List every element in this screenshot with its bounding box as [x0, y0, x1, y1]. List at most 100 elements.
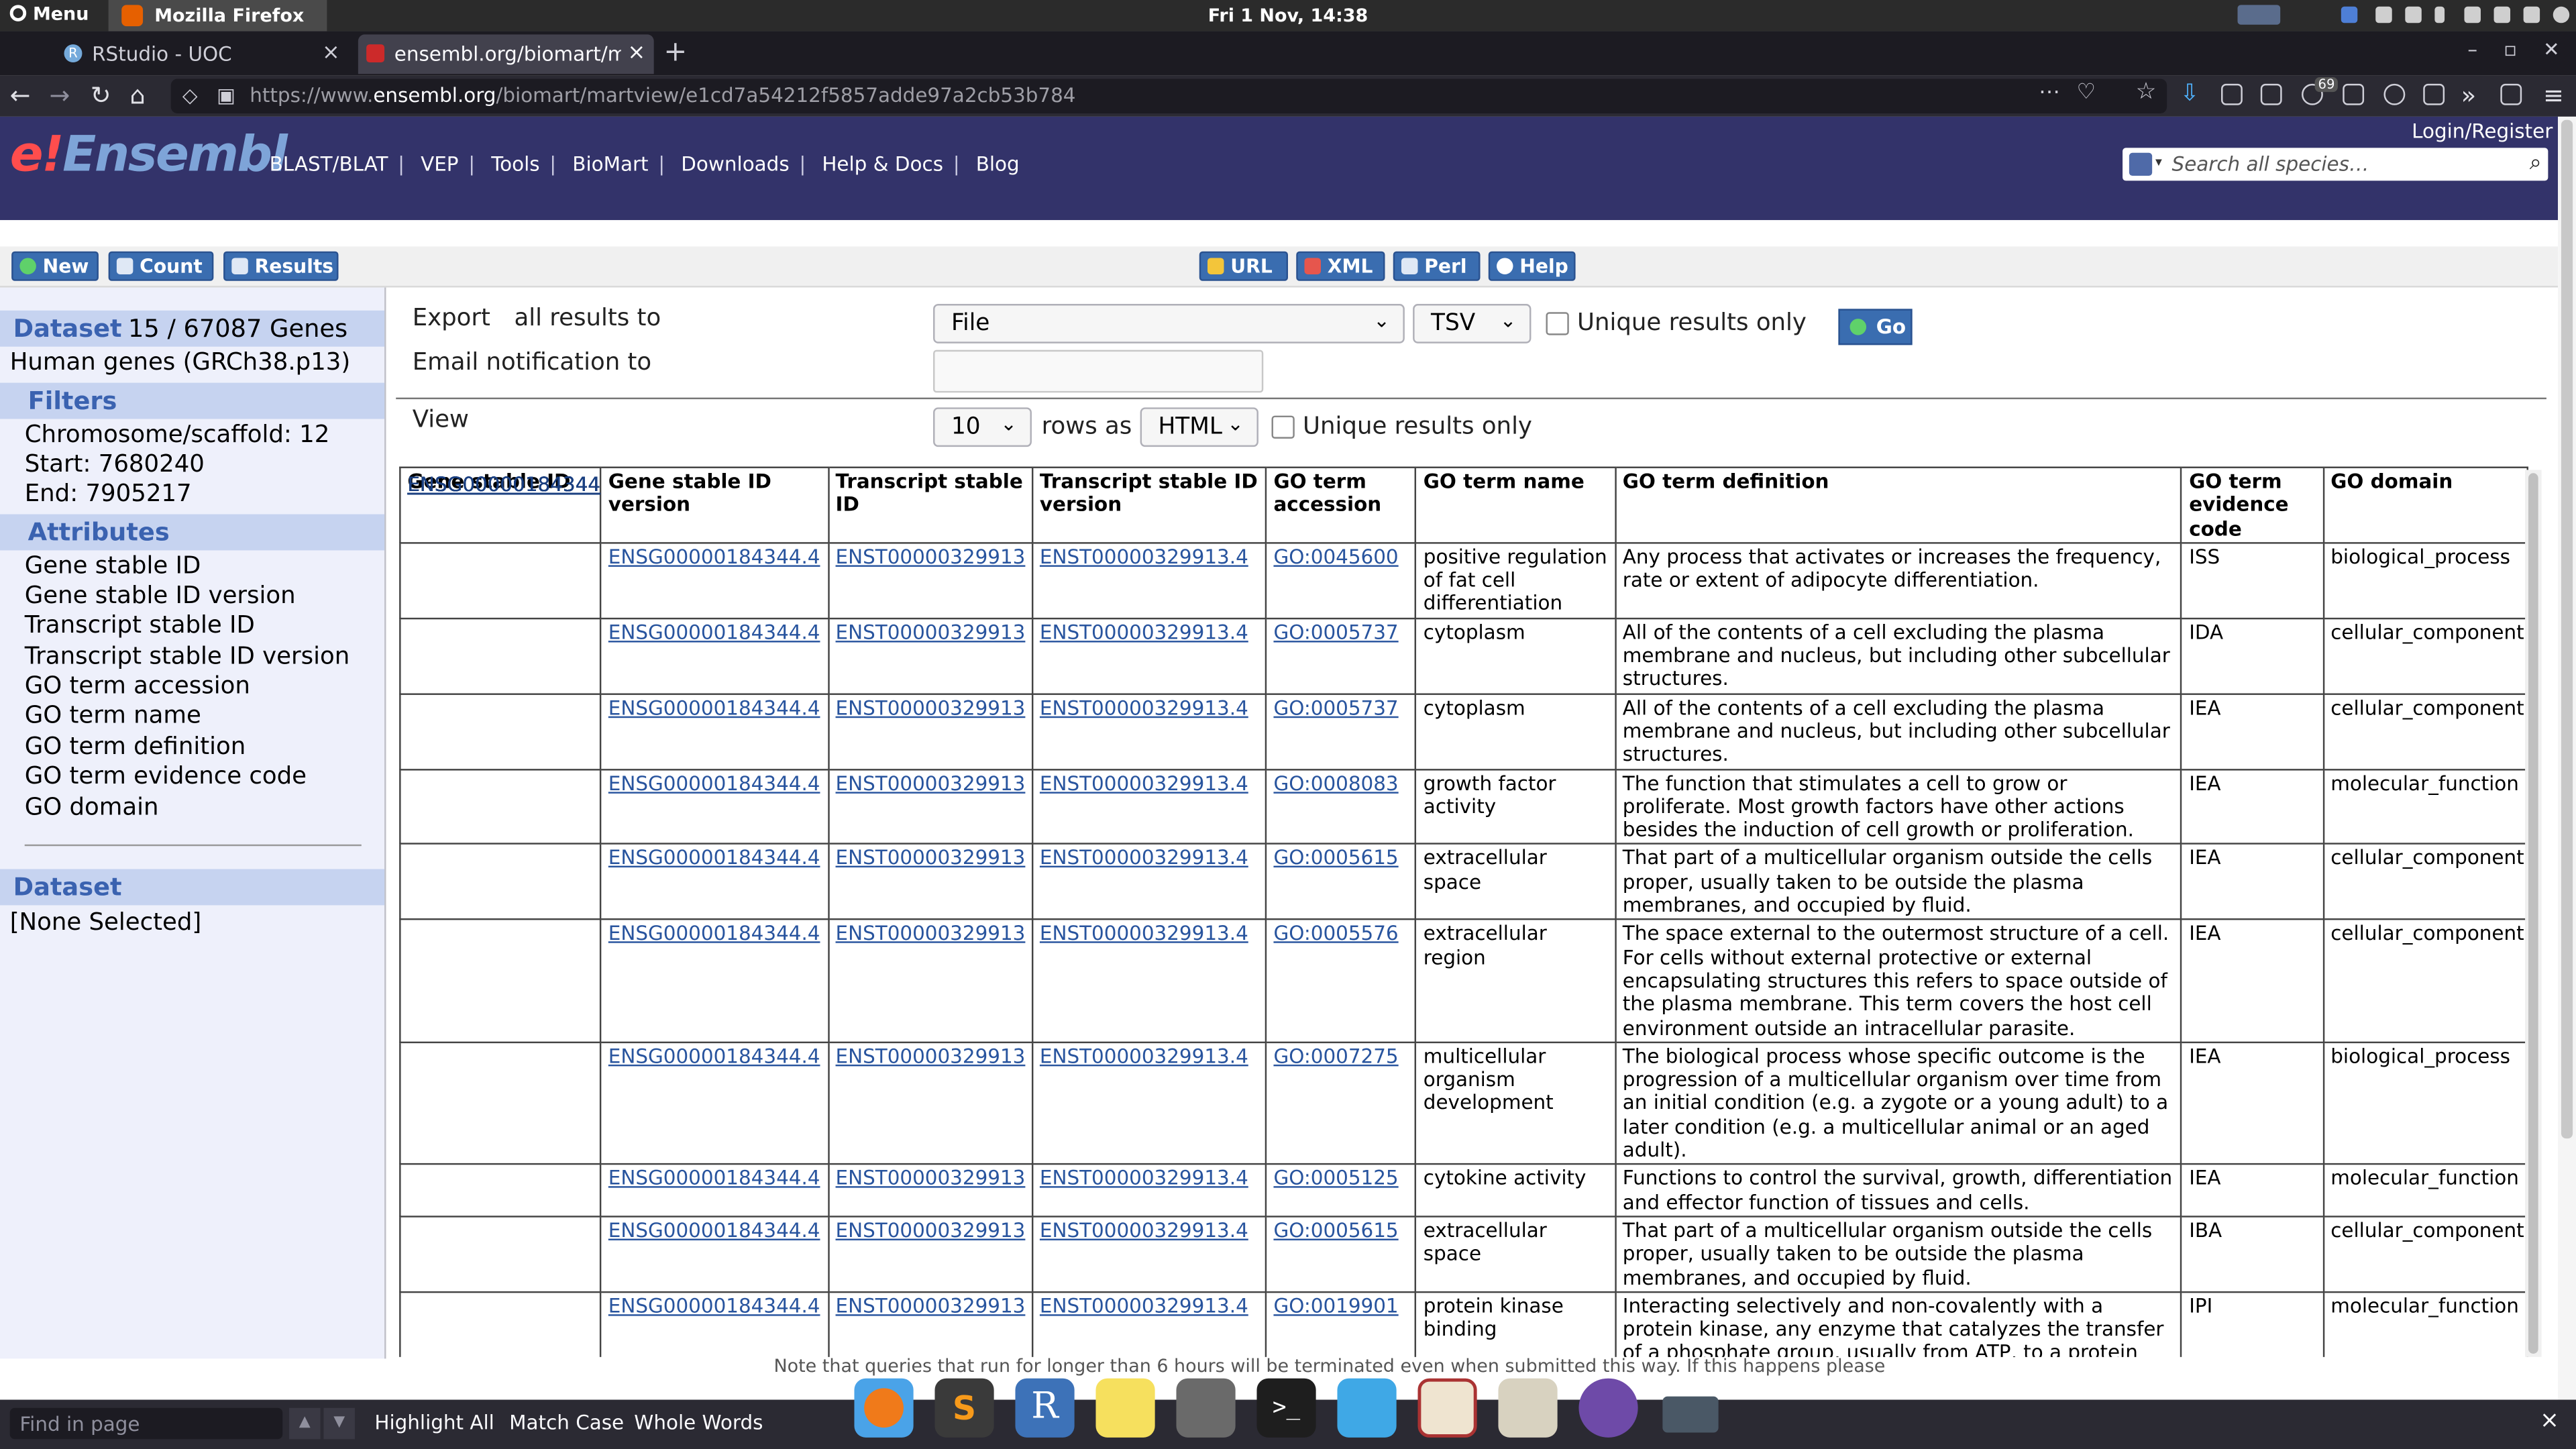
reload-icon[interactable]: ↻ — [91, 80, 111, 110]
attribute-item[interactable]: GO term name — [25, 703, 201, 729]
page-actions-icon[interactable]: ⋯ — [2039, 80, 2060, 105]
go-accession-link[interactable]: GO:0005615 — [1273, 847, 1398, 869]
whole-words-toggle[interactable]: Whole Words — [634, 1411, 763, 1434]
transcript-id-link[interactable]: ENST00000329913 — [836, 545, 1026, 568]
find-previous-icon[interactable]: ▲ — [289, 1407, 321, 1440]
reader-icon[interactable] — [2343, 83, 2365, 105]
help-button[interactable]: Help — [1488, 251, 1576, 281]
close-find-icon[interactable]: × — [2540, 1408, 2559, 1434]
ensembl-logo[interactable]: e!Ensembl — [10, 127, 288, 184]
close-tab-icon[interactable]: × — [628, 41, 646, 66]
species-selector-icon[interactable] — [2129, 152, 2153, 176]
page-scrollbar[interactable] — [2558, 116, 2576, 1400]
go-accession-link[interactable]: GO:0005615 — [1273, 1219, 1398, 1242]
match-case-toggle[interactable]: Match Case — [509, 1411, 624, 1434]
transcript-version-link[interactable]: ENST00000329913.4 — [1040, 1294, 1248, 1317]
email-field[interactable] — [933, 350, 1264, 393]
nav-tools[interactable]: Tools — [491, 153, 539, 176]
find-input[interactable]: Find in page — [9, 1407, 283, 1440]
overflow-menu-icon[interactable]: » — [2461, 80, 2477, 110]
go-accession-link[interactable]: GO:0005737 — [1273, 696, 1398, 719]
filter-item[interactable]: Chromosome/scaffold: 12 — [25, 422, 330, 448]
table-scrollbar[interactable] — [2525, 470, 2542, 1357]
filters-section[interactable]: Filters — [0, 382, 385, 419]
transcript-id-link[interactable]: ENST00000329913 — [836, 1167, 1026, 1190]
go-accession-link[interactable]: GO:0005125 — [1273, 1167, 1398, 1190]
gene-version-link[interactable]: ENSG00000184344.4 — [608, 1167, 820, 1190]
notes-icon[interactable] — [1095, 1378, 1155, 1438]
gene-version-link[interactable]: ENSG00000184344.4 — [608, 1044, 820, 1067]
go-accession-link[interactable]: GO:0005737 — [1273, 621, 1398, 643]
bluetooth-icon[interactable] — [2434, 6, 2445, 23]
attribute-item[interactable]: Gene stable ID version — [25, 583, 296, 609]
sublime-icon[interactable]: S — [934, 1378, 994, 1438]
screenshot-app-icon[interactable] — [1662, 1396, 1719, 1433]
transcript-version-link[interactable]: ENST00000329913.4 — [1040, 696, 1248, 719]
dataset-name[interactable]: Human genes (GRCh38.p13) — [10, 350, 351, 376]
export-format-select[interactable]: TSV ⌄ — [1413, 304, 1532, 343]
search-icon[interactable]: ⌕ — [2530, 151, 2542, 176]
count-button[interactable]: Count — [108, 251, 214, 281]
attribute-item[interactable]: Transcript stable ID version — [25, 644, 350, 670]
go-accession-link[interactable]: GO:0007275 — [1273, 1044, 1398, 1067]
tab-ensembl[interactable]: ensembl.org/biomart/ma × — [358, 34, 654, 74]
maximize-window-icon[interactable]: ▫ — [2504, 38, 2517, 77]
attributes-section[interactable]: Attributes — [0, 514, 385, 551]
results-button[interactable]: Results — [223, 251, 339, 281]
tab-rstudio[interactable]: R RStudio - UOC × — [56, 34, 348, 74]
transcript-version-link[interactable]: ENST00000329913.4 — [1040, 771, 1248, 794]
attribute-item[interactable]: GO term definition — [25, 735, 246, 761]
new-tab-button[interactable]: + — [663, 36, 687, 76]
attribute-item[interactable]: Transcript stable ID — [25, 612, 255, 639]
dataset2-value[interactable]: [None Selected] — [10, 910, 202, 936]
unique-results-checkbox[interactable] — [1546, 312, 1569, 335]
gene-id-link[interactable]: ENSG00000184344 — [407, 472, 600, 531]
transcript-id-link[interactable]: ENST00000329913 — [836, 922, 1026, 945]
xml-button[interactable]: XML — [1296, 251, 1385, 281]
nav-help-docs[interactable]: Help & Docs — [822, 153, 943, 176]
tray-screenshot-icon[interactable] — [2375, 6, 2392, 23]
workspace-switcher[interactable] — [2237, 5, 2281, 25]
bookmark-star-icon[interactable]: ☆ — [2136, 79, 2157, 105]
find-next-icon[interactable]: ▼ — [323, 1407, 355, 1440]
url-button[interactable]: URL — [1199, 251, 1289, 281]
editor-icon[interactable] — [1417, 1378, 1477, 1438]
library-icon[interactable] — [2221, 83, 2243, 105]
firefox-icon[interactable] — [854, 1378, 914, 1438]
sidebar-icon[interactable] — [2260, 83, 2282, 105]
gene-version-link[interactable]: ENSG00000184344.4 — [608, 922, 820, 945]
transcript-version-link[interactable]: ENST00000329913.4 — [1040, 621, 1248, 643]
power-icon[interactable] — [2553, 6, 2570, 23]
transcript-version-link[interactable]: ENST00000329913.4 — [1040, 545, 1248, 568]
transcript-id-link[interactable]: ENST00000329913 — [836, 847, 1026, 869]
volume-icon[interactable] — [2523, 6, 2540, 23]
battery-icon[interactable] — [2464, 6, 2481, 23]
tray-app-icon[interactable] — [2341, 6, 2358, 23]
gene-version-link[interactable]: ENSG00000184344.4 — [608, 621, 820, 643]
transcript-id-link[interactable]: ENST00000329913 — [836, 1294, 1026, 1317]
nav-vep[interactable]: VEP — [421, 153, 458, 176]
attribute-item[interactable]: Gene stable ID — [25, 553, 201, 580]
dataset-section[interactable]: Dataset 15 / 67087 Genes — [0, 310, 385, 347]
search-input[interactable]: Search all species… — [2172, 153, 2369, 176]
extensions-icon[interactable] — [2500, 83, 2522, 105]
transcript-id-link[interactable]: ENST00000329913 — [836, 696, 1026, 719]
rows-select[interactable]: 10 ⌄ — [933, 407, 1032, 447]
addon-icon[interactable] — [2423, 83, 2445, 105]
nav-biomart[interactable]: BioMart — [572, 153, 648, 176]
back-arrow-icon[interactable]: ← — [10, 80, 31, 110]
gene-version-link[interactable]: ENSG00000184344.4 — [608, 696, 820, 719]
close-window-icon[interactable]: ✕ — [2543, 38, 2560, 77]
gene-version-link[interactable]: ENSG00000184344.4 — [608, 1294, 820, 1317]
hamburger-menu-icon[interactable]: ≡ — [2543, 80, 2564, 110]
attribute-item[interactable]: GO term evidence code — [25, 764, 307, 790]
transcript-id-link[interactable]: ENST00000329913 — [836, 1044, 1026, 1067]
login-register-link[interactable]: Login/Register — [2412, 120, 2553, 143]
transcript-version-link[interactable]: ENST00000329913.4 — [1040, 1167, 1248, 1190]
go-accession-link[interactable]: GO:0045600 — [1273, 545, 1398, 568]
go-accession-link[interactable]: GO:0005576 — [1273, 922, 1398, 945]
terminal-icon[interactable]: >_ — [1256, 1378, 1316, 1438]
url-bar[interactable]: ◇ ▣ https://www.ensembl.org/biomart/mart… — [170, 78, 2167, 113]
gene-version-link[interactable]: ENSG00000184344.4 — [608, 771, 820, 794]
files-icon[interactable] — [1176, 1378, 1236, 1438]
